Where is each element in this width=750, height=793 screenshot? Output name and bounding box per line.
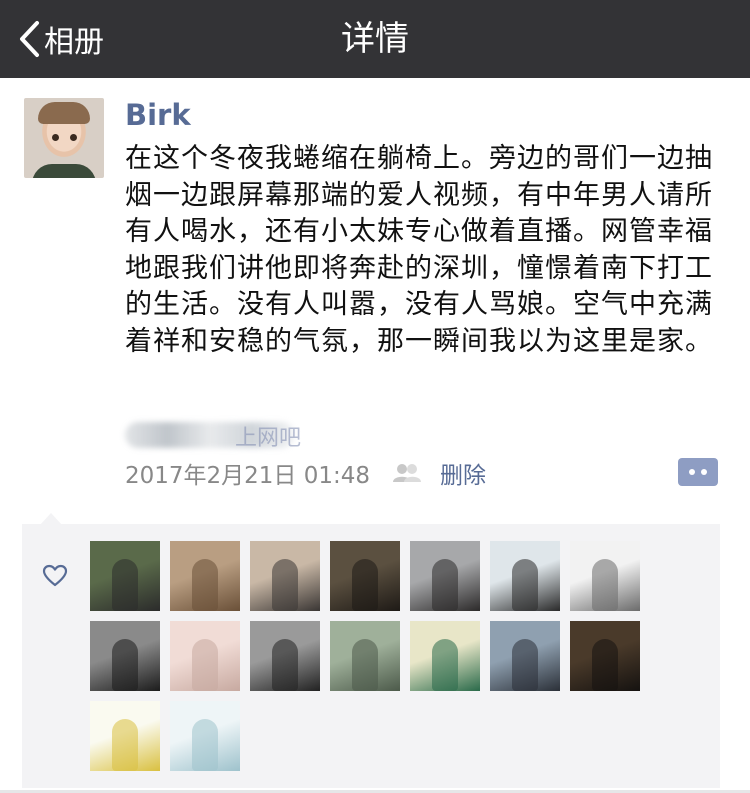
avatar-gorilla[interactable] (570, 621, 640, 691)
avatar-glasses-boy[interactable] (490, 541, 560, 611)
thumb-figure (352, 559, 378, 611)
back-button[interactable]: 相册 (18, 0, 104, 78)
thumb-figure (112, 719, 138, 771)
page-title: 详情 (341, 19, 409, 59)
avatar-woman-pink[interactable] (170, 621, 240, 691)
avatar-eye (70, 134, 77, 141)
thumb-figure (192, 639, 218, 691)
avatar-rider[interactable] (90, 541, 160, 611)
back-button-label: 相册 (44, 25, 104, 60)
thumb-figure (512, 559, 538, 611)
thumb-figure (192, 719, 218, 771)
avatar-bw-portrait[interactable] (250, 621, 320, 691)
navigation-bar: 相册 详情 (0, 0, 750, 78)
thumb-figure (272, 559, 298, 611)
thumb-figure (272, 639, 298, 691)
post-username[interactable]: Birk (125, 98, 191, 132)
thumb-figure (112, 559, 138, 611)
heart-icon (42, 564, 68, 587)
delete-button[interactable]: 删除 (440, 456, 486, 490)
post-meta: 2017年2月21日 01:48 删除 (125, 456, 486, 490)
chevron-left-icon (20, 21, 39, 57)
avatar-seaside[interactable] (250, 541, 320, 611)
avatar-train[interactable] (490, 621, 560, 691)
thumb-figure (592, 639, 618, 691)
comment-more-button[interactable] (678, 458, 718, 486)
user-avatar[interactable] (24, 98, 104, 178)
thumb-figure (592, 559, 618, 611)
post-location[interactable]: 上网吧 (125, 418, 305, 452)
avatar-child[interactable] (170, 541, 240, 611)
avatar-dark-scene[interactable] (330, 541, 400, 611)
thumb-figure (352, 639, 378, 691)
thumb-figure (432, 559, 458, 611)
likes-panel (22, 524, 720, 788)
avatar-eye (52, 134, 59, 141)
avatar-feather[interactable] (170, 701, 240, 771)
avatar-shirt (32, 164, 96, 178)
dot-icon (701, 469, 707, 475)
thumb-figure (512, 639, 538, 691)
dot-icon (689, 469, 695, 475)
thumb-figure (192, 559, 218, 611)
avatar-dog[interactable] (90, 621, 160, 691)
avatar-text-poster[interactable] (410, 621, 480, 691)
thumb-figure (432, 639, 458, 691)
avatar-man-jacket[interactable] (410, 541, 480, 611)
location-text: 上网吧 (235, 426, 302, 451)
avatar-anime[interactable] (570, 541, 640, 611)
visibility-people-icon (393, 464, 422, 482)
thumb-figure (112, 639, 138, 691)
avatar-sketch[interactable] (330, 621, 400, 691)
avatar-bees[interactable] (90, 701, 160, 771)
avatar-hair (38, 102, 90, 124)
post-text: 在这个冬夜我蜷缩在躺椅上。旁边的哥们一边抽烟一边跟屏幕那端的爱人视频，有中年男人… (125, 143, 713, 357)
post-timestamp: 2017年2月21日 01:48 (125, 463, 371, 489)
